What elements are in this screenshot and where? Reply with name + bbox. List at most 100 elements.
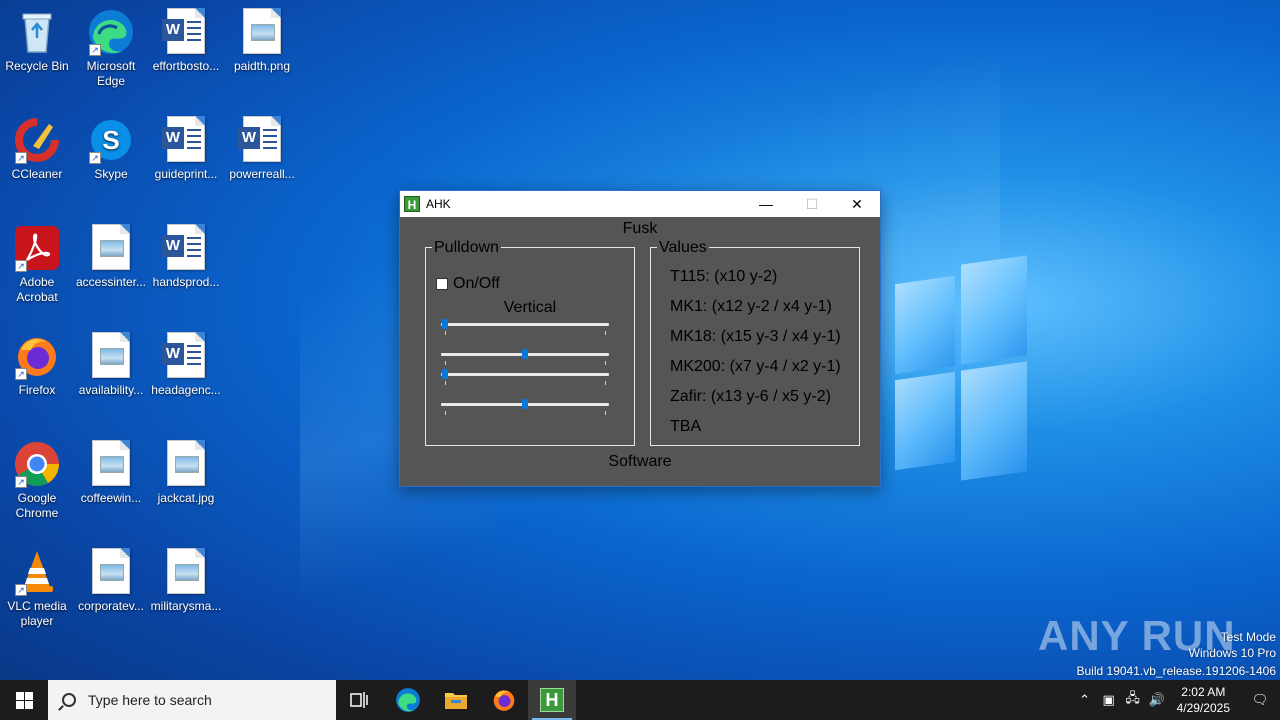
meet-now-icon[interactable]: ▣ xyxy=(1097,692,1121,708)
desktop-icon-image-file[interactable]: jackcat.jpg xyxy=(149,440,223,506)
value-item: T115: (x10 y-2) xyxy=(670,268,778,285)
image-file-icon xyxy=(162,548,210,596)
image-file-icon xyxy=(238,8,286,56)
desktop-icon-microsoft-edge[interactable]: ↗ Microsoft Edge xyxy=(74,8,148,89)
desktop-icon-label: guideprint... xyxy=(154,167,218,181)
file-explorer-icon xyxy=(445,693,467,709)
acrobat-icon: ↗ xyxy=(13,224,61,272)
desktop-icon-word-doc[interactable]: W handsprod... xyxy=(149,224,223,290)
network-icon[interactable]: 🖧 xyxy=(1121,689,1145,711)
wallpaper-windows-logo xyxy=(895,240,1030,481)
desktop-icon-recycle-bin[interactable]: Recycle Bin xyxy=(0,8,74,74)
chevron-up-icon[interactable]: ⌃ xyxy=(1073,692,1097,708)
desktop-icon-vlc[interactable]: ↗ VLC media player xyxy=(0,548,74,629)
slider-thumb[interactable] xyxy=(522,399,528,409)
desktop-icon-image-file[interactable]: militarysma... xyxy=(149,548,223,614)
firefox-icon: ↗ xyxy=(13,332,61,380)
desktop-icon-label: Recycle Bin xyxy=(5,59,69,73)
desktop-icon-word-doc[interactable]: W effortbosto... xyxy=(149,8,223,74)
edge-icon xyxy=(396,688,420,712)
desktop-icon-label: Adobe Acrobat xyxy=(16,275,58,304)
taskbar-search-box[interactable]: Type here to search xyxy=(48,680,336,720)
pulldown-slider-1[interactable] xyxy=(441,318,609,335)
maximize-button[interactable]: ☐ xyxy=(789,191,835,217)
task-view-button[interactable] xyxy=(336,680,384,720)
taskbar-ahk[interactable]: H xyxy=(528,680,576,720)
desktop-icon-word-doc[interactable]: W guideprint... xyxy=(149,116,223,182)
minimize-button[interactable]: — xyxy=(743,191,789,217)
search-placeholder: Type here to search xyxy=(88,692,212,708)
desktop-icon-label: handsprod... xyxy=(152,275,220,289)
taskbar-edge[interactable] xyxy=(384,680,432,720)
desktop-icon-ccleaner[interactable]: ↗ CCleaner xyxy=(0,116,74,182)
task-view-icon xyxy=(350,692,368,708)
desktop-icon-label: corporatev... xyxy=(78,599,144,613)
window-client-area: Fusk Pulldown On/Off Vertical Values T11… xyxy=(400,217,880,486)
close-button[interactable]: ✕ xyxy=(834,191,880,217)
desktop-icon-label: Microsoft Edge xyxy=(86,59,136,88)
test-mode-text: Test Mode xyxy=(1220,630,1276,644)
vlc-icon: ↗ xyxy=(13,548,61,596)
edge-icon: ↗ xyxy=(87,8,135,56)
pulldown-group: Pulldown On/Off Vertical xyxy=(425,239,635,446)
word-doc-icon: W xyxy=(162,116,210,164)
desktop-icon-adobe-acrobat[interactable]: ↗ Adobe Acrobat xyxy=(0,224,74,305)
word-doc-icon: W xyxy=(162,224,210,272)
onoff-checkbox[interactable]: On/Off xyxy=(436,275,500,293)
firefox-icon xyxy=(493,690,515,711)
volume-icon[interactable]: 🔊 xyxy=(1145,692,1169,708)
window-titlebar[interactable]: H AHK — ☐ ✕ xyxy=(400,191,880,217)
window-title: AHK xyxy=(426,197,451,211)
word-doc-icon: W xyxy=(238,116,286,164)
slider-thumb[interactable] xyxy=(442,369,448,379)
taskbar-clock[interactable]: 2:02 AM 4/29/2025 xyxy=(1177,684,1230,716)
notifications-icon[interactable]: 🗨 xyxy=(1248,692,1272,708)
values-legend: Values xyxy=(657,239,709,257)
vertical-label: Vertical xyxy=(503,299,557,316)
image-file-icon xyxy=(162,440,210,488)
window-heading: Fusk xyxy=(622,220,658,237)
desktop-icon-skype[interactable]: S ↗ Skype xyxy=(74,116,148,182)
desktop-icon-label: coffeewin... xyxy=(80,491,142,505)
pulldown-slider-4[interactable] xyxy=(441,398,609,415)
desktop-icon-label: Firefox xyxy=(18,383,56,397)
start-button[interactable] xyxy=(0,680,48,720)
system-tray: ⌃ ▣ 🖧 🔊 2:02 AM 4/29/2025 🗨 xyxy=(1073,680,1280,720)
slider-thumb[interactable] xyxy=(522,349,528,359)
desktop-icon-image-file[interactable]: availability... xyxy=(74,332,148,398)
desktop-icon-label: jackcat.jpg xyxy=(157,491,215,505)
desktop-icon-label: VLC media player xyxy=(7,599,67,628)
slider-thumb[interactable] xyxy=(442,319,448,329)
desktop-icon-label: Google Chrome xyxy=(15,491,59,520)
image-file-icon xyxy=(87,224,135,272)
skype-icon: S ↗ xyxy=(87,116,135,164)
image-file-icon xyxy=(87,332,135,380)
desktop-icon-image-file[interactable]: paidth.png xyxy=(225,8,299,74)
pulldown-slider-2[interactable] xyxy=(441,348,609,365)
desktop-icon-label: effortbosto... xyxy=(152,59,220,73)
pulldown-legend: Pulldown xyxy=(432,239,501,257)
desktop-icon-image-file[interactable]: accessinter... xyxy=(74,224,148,290)
taskbar-file-explorer[interactable] xyxy=(432,680,480,720)
taskbar-firefox[interactable] xyxy=(480,680,528,720)
checkbox-box[interactable] xyxy=(436,278,448,290)
desktop-icon-word-doc[interactable]: W powerreall... xyxy=(225,116,299,182)
windows-edition-text: Windows 10 Pro xyxy=(1188,646,1276,660)
ahk-icon: H xyxy=(540,688,564,712)
value-item: TBA xyxy=(670,418,702,435)
desktop-icon-firefox[interactable]: ↗ Firefox xyxy=(0,332,74,398)
clock-date: 4/29/2025 xyxy=(1176,701,1230,715)
value-item: MK18: (x15 y-3 / x4 y-1) xyxy=(670,328,841,345)
pulldown-slider-3[interactable] xyxy=(441,368,609,385)
desktop-icon-google-chrome[interactable]: ↗ Google Chrome xyxy=(0,440,74,521)
values-group: Values T115: (x10 y-2) MK1: (x12 y-2 / x… xyxy=(650,239,860,446)
ahk-window: H AHK — ☐ ✕ Fusk Pulldown On/Off Vertica… xyxy=(399,190,881,487)
desktop-icon-image-file[interactable]: coffeewin... xyxy=(74,440,148,506)
desktop-icon-label: Skype xyxy=(94,167,128,181)
desktop-icon-word-doc[interactable]: W headagenc... xyxy=(149,332,223,398)
build-text: Build 19041.vb_release.191206-1406 xyxy=(1076,664,1277,678)
chrome-icon: ↗ xyxy=(13,440,61,488)
ahk-app-icon: H xyxy=(404,196,420,212)
image-file-icon xyxy=(87,440,135,488)
desktop-icon-image-file[interactable]: corporatev... xyxy=(74,548,148,614)
